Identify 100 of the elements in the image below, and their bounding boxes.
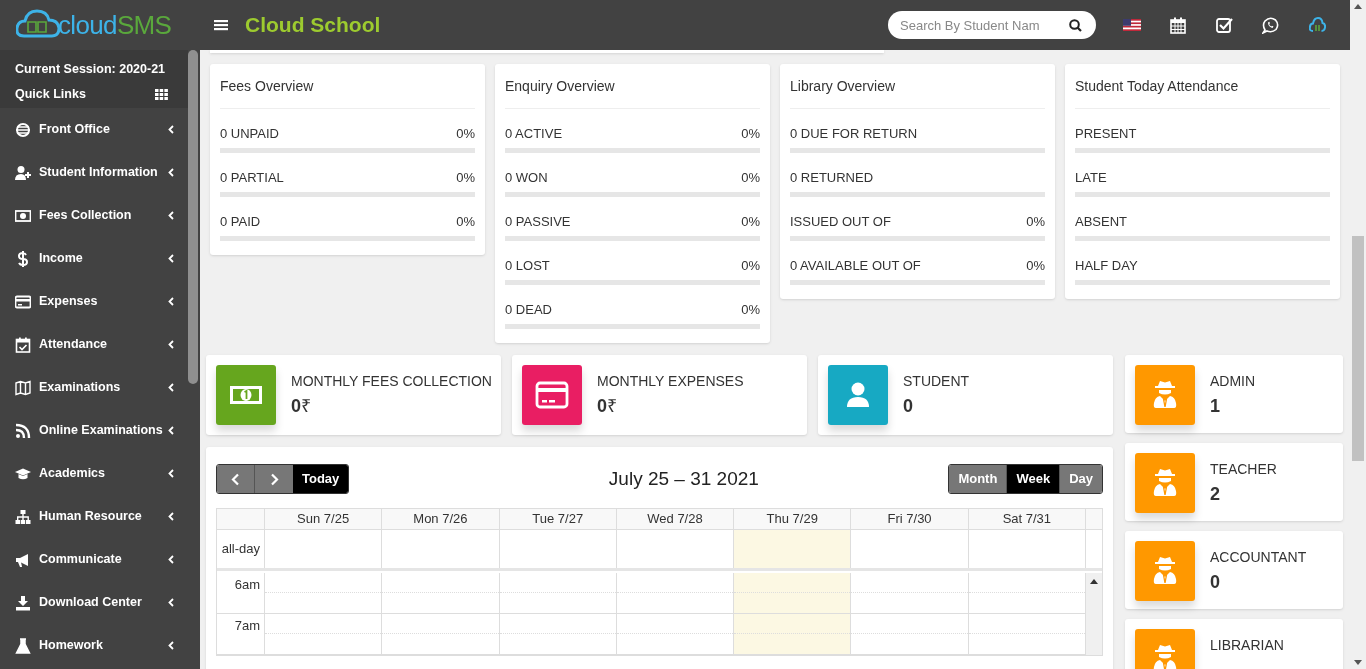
sidebar-menu-item[interactable]: Student Information bbox=[0, 151, 188, 194]
stat-value: 0 bbox=[903, 395, 914, 418]
today-button[interactable]: Today bbox=[293, 465, 349, 493]
stat-label: 0 AVAILABLE OUT OF bbox=[790, 257, 921, 274]
sidebar-menu-item[interactable]: Online Examinations bbox=[0, 409, 188, 452]
chevron-left-icon bbox=[168, 426, 174, 435]
download-icon bbox=[15, 594, 31, 611]
card-title: Student Today Attendance bbox=[1075, 64, 1330, 109]
stat-label: ADMIN bbox=[1210, 372, 1256, 391]
day-header: Thu 7/29 bbox=[734, 509, 852, 529]
chevron-left-icon bbox=[168, 340, 174, 349]
quick-links-link[interactable]: Quick Links bbox=[15, 84, 86, 104]
stat-percent: 0% bbox=[741, 169, 760, 186]
chevron-left-icon bbox=[168, 641, 174, 650]
all-day-label: all-day bbox=[217, 530, 265, 568]
time-label: 7am bbox=[233, 617, 261, 634]
sidebar-menu-item[interactable]: Academics bbox=[0, 452, 188, 495]
previous-week-button[interactable] bbox=[217, 465, 255, 493]
day-header: Wed 7/28 bbox=[616, 509, 735, 529]
scroll-down-icon[interactable] bbox=[1354, 660, 1362, 665]
dollar-icon bbox=[15, 250, 31, 267]
current-session: Current Session: 2020-21 bbox=[15, 61, 167, 78]
globe-icon bbox=[15, 121, 31, 138]
day-header: Tue 7/27 bbox=[499, 509, 617, 529]
stat-label: LATE bbox=[1075, 169, 1107, 186]
sidebar-menu-item[interactable]: Download Center bbox=[0, 581, 188, 624]
stat-percent: 0% bbox=[1026, 213, 1045, 230]
chevron-left-icon bbox=[168, 512, 174, 521]
chat-phone-icon[interactable] bbox=[1262, 16, 1279, 34]
stat-label: 0 RETURNED bbox=[790, 169, 874, 186]
sidebar-scrollbar[interactable] bbox=[188, 50, 198, 384]
stat-label: MONTHLY EXPENSES bbox=[597, 372, 744, 391]
search-field[interactable]: Search By Student Nam bbox=[888, 11, 1096, 39]
sidebar-menu-item[interactable]: Homework bbox=[0, 624, 188, 667]
stat-label: 0 PARTIAL bbox=[220, 169, 284, 186]
card-title: Library Overview bbox=[790, 64, 1045, 109]
stat-label: HALF DAY bbox=[1075, 257, 1138, 274]
sidebar-menu-item[interactable]: Human Resource bbox=[0, 495, 188, 538]
chevron-left-icon bbox=[168, 254, 174, 263]
sidebar-menu-item[interactable]: Attendance bbox=[0, 323, 188, 366]
grid-icon[interactable] bbox=[155, 88, 168, 100]
stat-value: 0₹ bbox=[291, 395, 312, 418]
flask-icon bbox=[15, 637, 31, 654]
stat-percent: 0% bbox=[456, 169, 475, 186]
view-tab[interactable]: Week bbox=[1006, 465, 1060, 493]
logo-text: cloudSMS bbox=[58, 12, 172, 38]
stat-label: 0 DEAD bbox=[505, 301, 552, 318]
stat-percent: 0% bbox=[741, 125, 760, 142]
user-plus-icon bbox=[15, 164, 31, 181]
card-icon bbox=[15, 293, 31, 310]
day-header: Sat 7/31 bbox=[968, 509, 1086, 529]
search-icon[interactable] bbox=[1069, 19, 1082, 32]
sidebar-menu-item[interactable]: Fees Collection bbox=[0, 194, 188, 237]
chevron-left-icon bbox=[168, 297, 174, 306]
chevron-left-icon bbox=[168, 168, 174, 177]
chevron-left-icon bbox=[168, 555, 174, 564]
card-title: Fees Overview bbox=[220, 64, 475, 109]
day-header: Mon 7/26 bbox=[382, 509, 500, 529]
chevron-right-icon bbox=[269, 472, 279, 486]
card-title: Enquiry Overview bbox=[505, 64, 760, 109]
time-label: 6am bbox=[233, 576, 261, 593]
sidebar-menu-item[interactable]: Expenses bbox=[0, 280, 188, 323]
money-icon bbox=[15, 207, 31, 224]
calendar-check-icon bbox=[15, 336, 31, 353]
stat-label: TEACHER bbox=[1210, 460, 1277, 479]
chevron-left-icon bbox=[168, 469, 174, 478]
sidebar-menu-item[interactable]: Front Office bbox=[0, 108, 188, 151]
map-icon bbox=[15, 379, 31, 396]
flag-icon[interactable] bbox=[1123, 19, 1141, 31]
stat-label: ISSUED OUT OF bbox=[790, 213, 891, 230]
stat-label: 0 PAID bbox=[220, 213, 261, 230]
stat-label: PRESENT bbox=[1075, 125, 1137, 142]
sidebar-menu-item[interactable]: Examinations bbox=[0, 366, 188, 409]
cloud-logo-icon[interactable] bbox=[1309, 17, 1326, 33]
sitemap-icon bbox=[15, 508, 31, 525]
stat-label: ABSENT bbox=[1075, 213, 1127, 230]
scroll-up-icon[interactable] bbox=[1090, 579, 1098, 584]
sidebar-menu-item[interactable]: Communicate bbox=[0, 538, 188, 581]
view-tab[interactable]: Month bbox=[949, 465, 1007, 493]
rss-icon bbox=[15, 422, 31, 439]
stat-label: 0 WON bbox=[505, 169, 548, 186]
checkbox-icon[interactable] bbox=[1216, 17, 1234, 33]
stat-percent: 0% bbox=[741, 213, 760, 230]
calendar-icon[interactable] bbox=[1170, 16, 1186, 34]
view-tab[interactable]: Day bbox=[1059, 465, 1102, 493]
scroll-up-icon[interactable] bbox=[1354, 4, 1362, 9]
sidebar-menu-item[interactable]: Income bbox=[0, 237, 188, 280]
stat-label: LIBRARIAN bbox=[1210, 636, 1284, 655]
stat-value: 0₹ bbox=[597, 395, 618, 418]
stat-label: MONTHLY FEES COLLECTION bbox=[291, 372, 492, 391]
school-name: Cloud School bbox=[245, 12, 381, 39]
stat-label: ACCOUNTANT bbox=[1210, 548, 1307, 567]
day-header: Sun 7/25 bbox=[265, 509, 383, 529]
chevron-left-icon bbox=[168, 598, 174, 607]
scrollbar-thumb[interactable] bbox=[1352, 236, 1364, 461]
stat-value: 0 bbox=[1210, 571, 1221, 594]
next-week-button[interactable] bbox=[255, 465, 293, 493]
stat-percent: 0% bbox=[741, 257, 760, 274]
menu-icon[interactable] bbox=[214, 19, 228, 31]
stat-value: 1 bbox=[1210, 395, 1221, 418]
